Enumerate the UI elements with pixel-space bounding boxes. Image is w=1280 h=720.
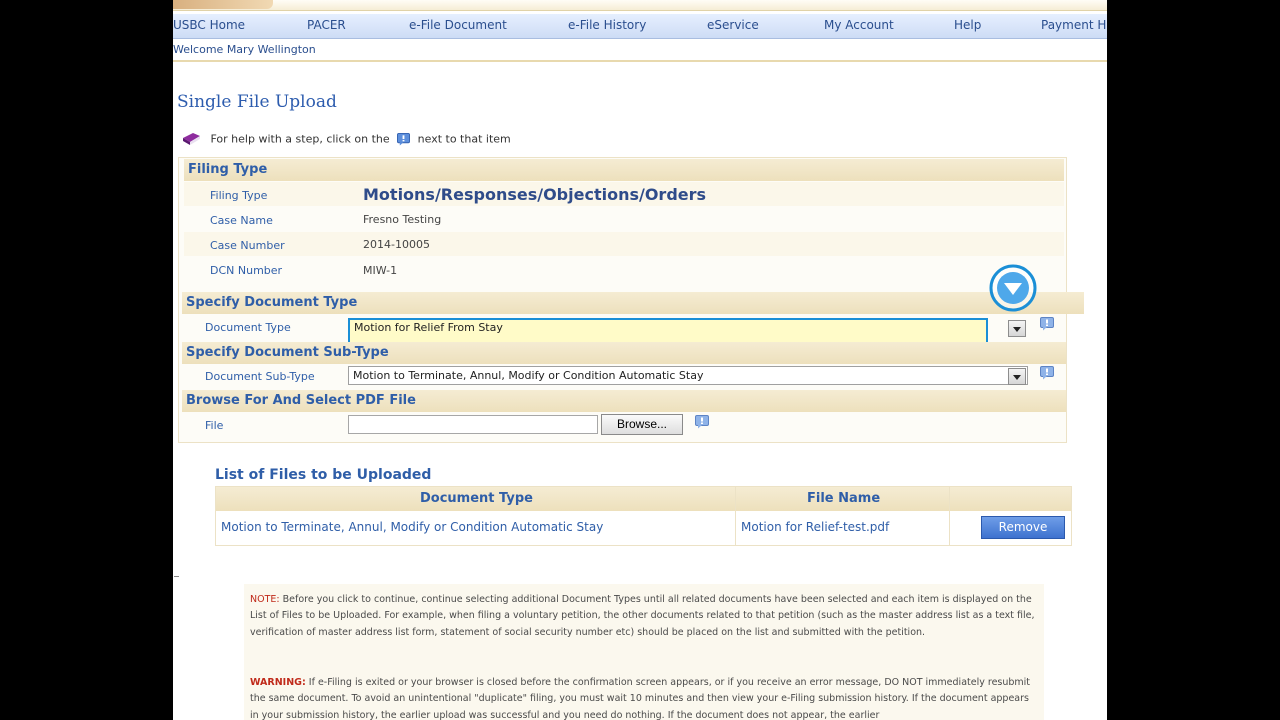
case-name-value: Fresno Testing (363, 213, 442, 226)
filing-type-value: Motions/Responses/Objections/Orders (363, 185, 707, 204)
column-divider (949, 487, 950, 545)
nav-help[interactable]: Help (954, 18, 981, 32)
note-label: NOTE: (250, 594, 280, 605)
document-subtype-label: Document Sub-Type (205, 370, 315, 383)
filing-type-label: Filing Type (210, 189, 268, 202)
row-band (184, 232, 1064, 256)
section-filing-type: Filing Type (184, 159, 1064, 181)
dcn-number-label: DCN Number (210, 264, 283, 277)
document-type-select[interactable]: Motion for Relief From Stay (348, 318, 988, 344)
nav-usbc-home[interactable]: USBC Home (173, 18, 245, 32)
nav-efile-document[interactable]: e-File Document (409, 18, 507, 32)
note-text: Before you click to continue, continue s… (250, 594, 1035, 638)
divider (173, 60, 1107, 62)
case-name-label: Case Name (210, 214, 273, 227)
warning-label: WARNING: (250, 677, 306, 688)
section-browse-file: Browse For And Select PDF File (182, 390, 1066, 412)
nav-eservice[interactable]: eService (707, 18, 759, 32)
help-bubble-icon (397, 132, 411, 146)
click-indicator-icon (989, 264, 1037, 312)
nav-my-account[interactable]: My Account (824, 18, 894, 32)
help-bubble-icon[interactable] (1040, 317, 1054, 331)
document-subtype-select[interactable]: Motion to Terminate, Annul, Modify or Co… (348, 366, 1028, 385)
note-panel: NOTE: Before you click to continue, cont… (244, 584, 1044, 720)
nav-payment-history[interactable]: Payment H (1041, 18, 1106, 32)
help-text-after: next to that item (417, 132, 511, 146)
efile-page: USBC Home PACER e-File Document e-File H… (173, 0, 1107, 720)
document-type-dropdown-arrow[interactable] (1008, 320, 1026, 337)
help-instructions: For help with a step, click on the next … (181, 132, 511, 146)
remove-button[interactable]: Remove (981, 516, 1065, 539)
dcn-number-value: MIW-1 (363, 264, 398, 277)
section-document-subtype: Specify Document Sub-Type (182, 342, 1066, 364)
note-paragraph: NOTE: Before you click to continue, cont… (250, 592, 1036, 641)
browse-button[interactable]: Browse... (601, 414, 683, 435)
case-number-value: 2014-10005 (363, 238, 430, 251)
files-table-header (216, 487, 1071, 511)
case-number-label: Case Number (210, 239, 285, 252)
document-type-label: Document Type (205, 321, 291, 334)
header-banner (173, 0, 1107, 11)
column-header-document-type: Document Type (420, 491, 533, 506)
page-title: Single File Upload (177, 92, 337, 112)
file-label: File (205, 419, 224, 432)
divider (174, 576, 179, 577)
warning-paragraph: WARNING: If e-Filing is exited or your b… (250, 675, 1036, 720)
welcome-message: Welcome Mary Wellington (173, 43, 316, 56)
file-path-input[interactable] (348, 415, 598, 434)
section-document-type: Specify Document Type (182, 292, 1084, 314)
nav-pacer[interactable]: PACER (307, 18, 346, 32)
help-bubble-icon[interactable] (1040, 366, 1054, 380)
warning-text: If e-Filing is exited or your browser is… (250, 677, 1031, 720)
court-logo (173, 0, 273, 9)
nav-efile-history[interactable]: e-File History (568, 18, 646, 32)
help-text-before: For help with a step, click on the (210, 132, 390, 146)
book-icon (183, 133, 200, 145)
document-subtype-dropdown-arrow[interactable] (1008, 368, 1026, 385)
column-header-file-name: File Name (807, 491, 881, 506)
column-divider (735, 487, 736, 545)
table-cell-document-type: Motion to Terminate, Annul, Modify or Co… (221, 520, 604, 534)
table-cell-file-name: Motion for Relief-test.pdf (741, 520, 890, 534)
files-table: Document Type File Name Motion to Termin… (215, 486, 1072, 546)
top-nav: USBC Home PACER e-File Document e-File H… (173, 14, 1107, 39)
files-list-title: List of Files to be Uploaded (215, 467, 432, 483)
upload-form: Filing Type Filing Type Motions/Response… (178, 157, 1084, 443)
help-bubble-icon[interactable] (695, 415, 709, 429)
